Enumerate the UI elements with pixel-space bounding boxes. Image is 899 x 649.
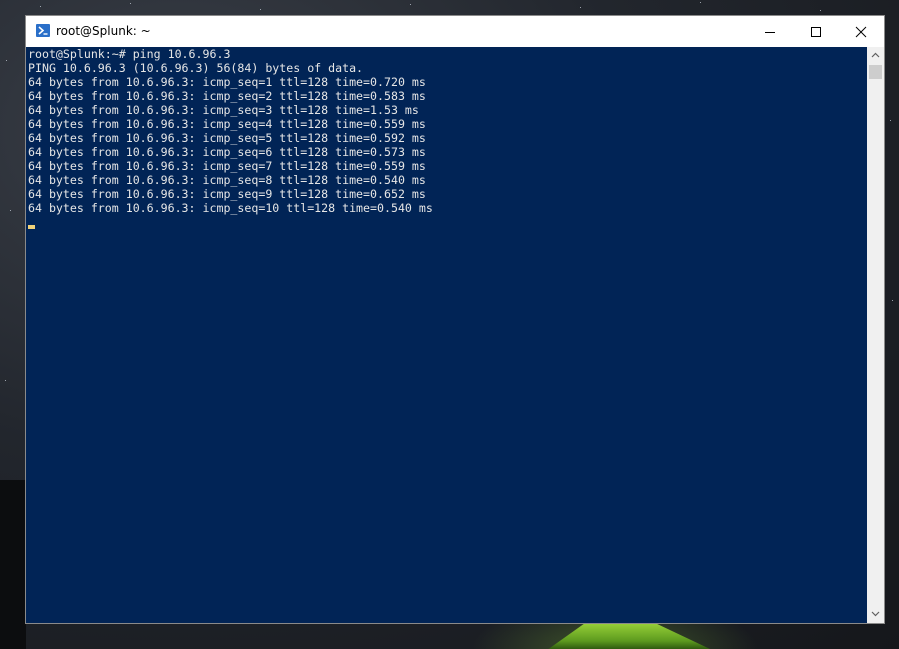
title-bar[interactable]: root@Splunk: ~: [26, 16, 884, 47]
terminal-line: PING 10.6.96.3 (10.6.96.3) 56(84) bytes …: [28, 61, 364, 75]
terminal-lines: root@Splunk:~# ping 10.6.96.3 PING 10.6.…: [28, 47, 433, 215]
terminal-line: 64 bytes from 10.6.96.3: icmp_seq=7 ttl=…: [28, 159, 426, 173]
vertical-scrollbar[interactable]: [867, 47, 884, 623]
terminal-line: 64 bytes from 10.6.96.3: icmp_seq=4 ttl=…: [28, 117, 426, 131]
minimize-button[interactable]: [747, 16, 793, 47]
terminal-line: 64 bytes from 10.6.96.3: icmp_seq=10 ttl…: [28, 201, 433, 215]
close-button[interactable]: [838, 16, 884, 47]
terminal-window[interactable]: root@Splunk: ~ root@Splunk:~# ping 10.6.…: [26, 16, 884, 623]
terminal-line: 64 bytes from 10.6.96.3: icmp_seq=5 ttl=…: [28, 131, 426, 145]
terminal-line: 64 bytes from 10.6.96.3: icmp_seq=6 ttl=…: [28, 145, 426, 159]
terminal-line: 64 bytes from 10.6.96.3: icmp_seq=1 ttl=…: [28, 75, 426, 89]
scrollbar-thumb[interactable]: [869, 65, 882, 79]
terminal-line: 64 bytes from 10.6.96.3: icmp_seq=9 ttl=…: [28, 187, 426, 201]
text-cursor: [28, 225, 35, 229]
tree-silhouette: [0, 480, 26, 649]
terminal-output[interactable]: root@Splunk:~# ping 10.6.96.3 PING 10.6.…: [26, 47, 867, 623]
terminal-line: 64 bytes from 10.6.96.3: icmp_seq=2 ttl=…: [28, 89, 426, 103]
scroll-up-button[interactable]: [867, 47, 884, 64]
window-title: root@Splunk: ~: [56, 24, 151, 38]
terminal-line: 64 bytes from 10.6.96.3: icmp_seq=8 ttl=…: [28, 173, 426, 187]
terminal-line: root@Splunk:~# ping 10.6.96.3: [28, 47, 231, 61]
scroll-down-button[interactable]: [867, 606, 884, 623]
powershell-icon: [36, 24, 50, 37]
terminal-line: 64 bytes from 10.6.96.3: icmp_seq=3 ttl=…: [28, 103, 419, 117]
maximize-button[interactable]: [793, 16, 839, 47]
